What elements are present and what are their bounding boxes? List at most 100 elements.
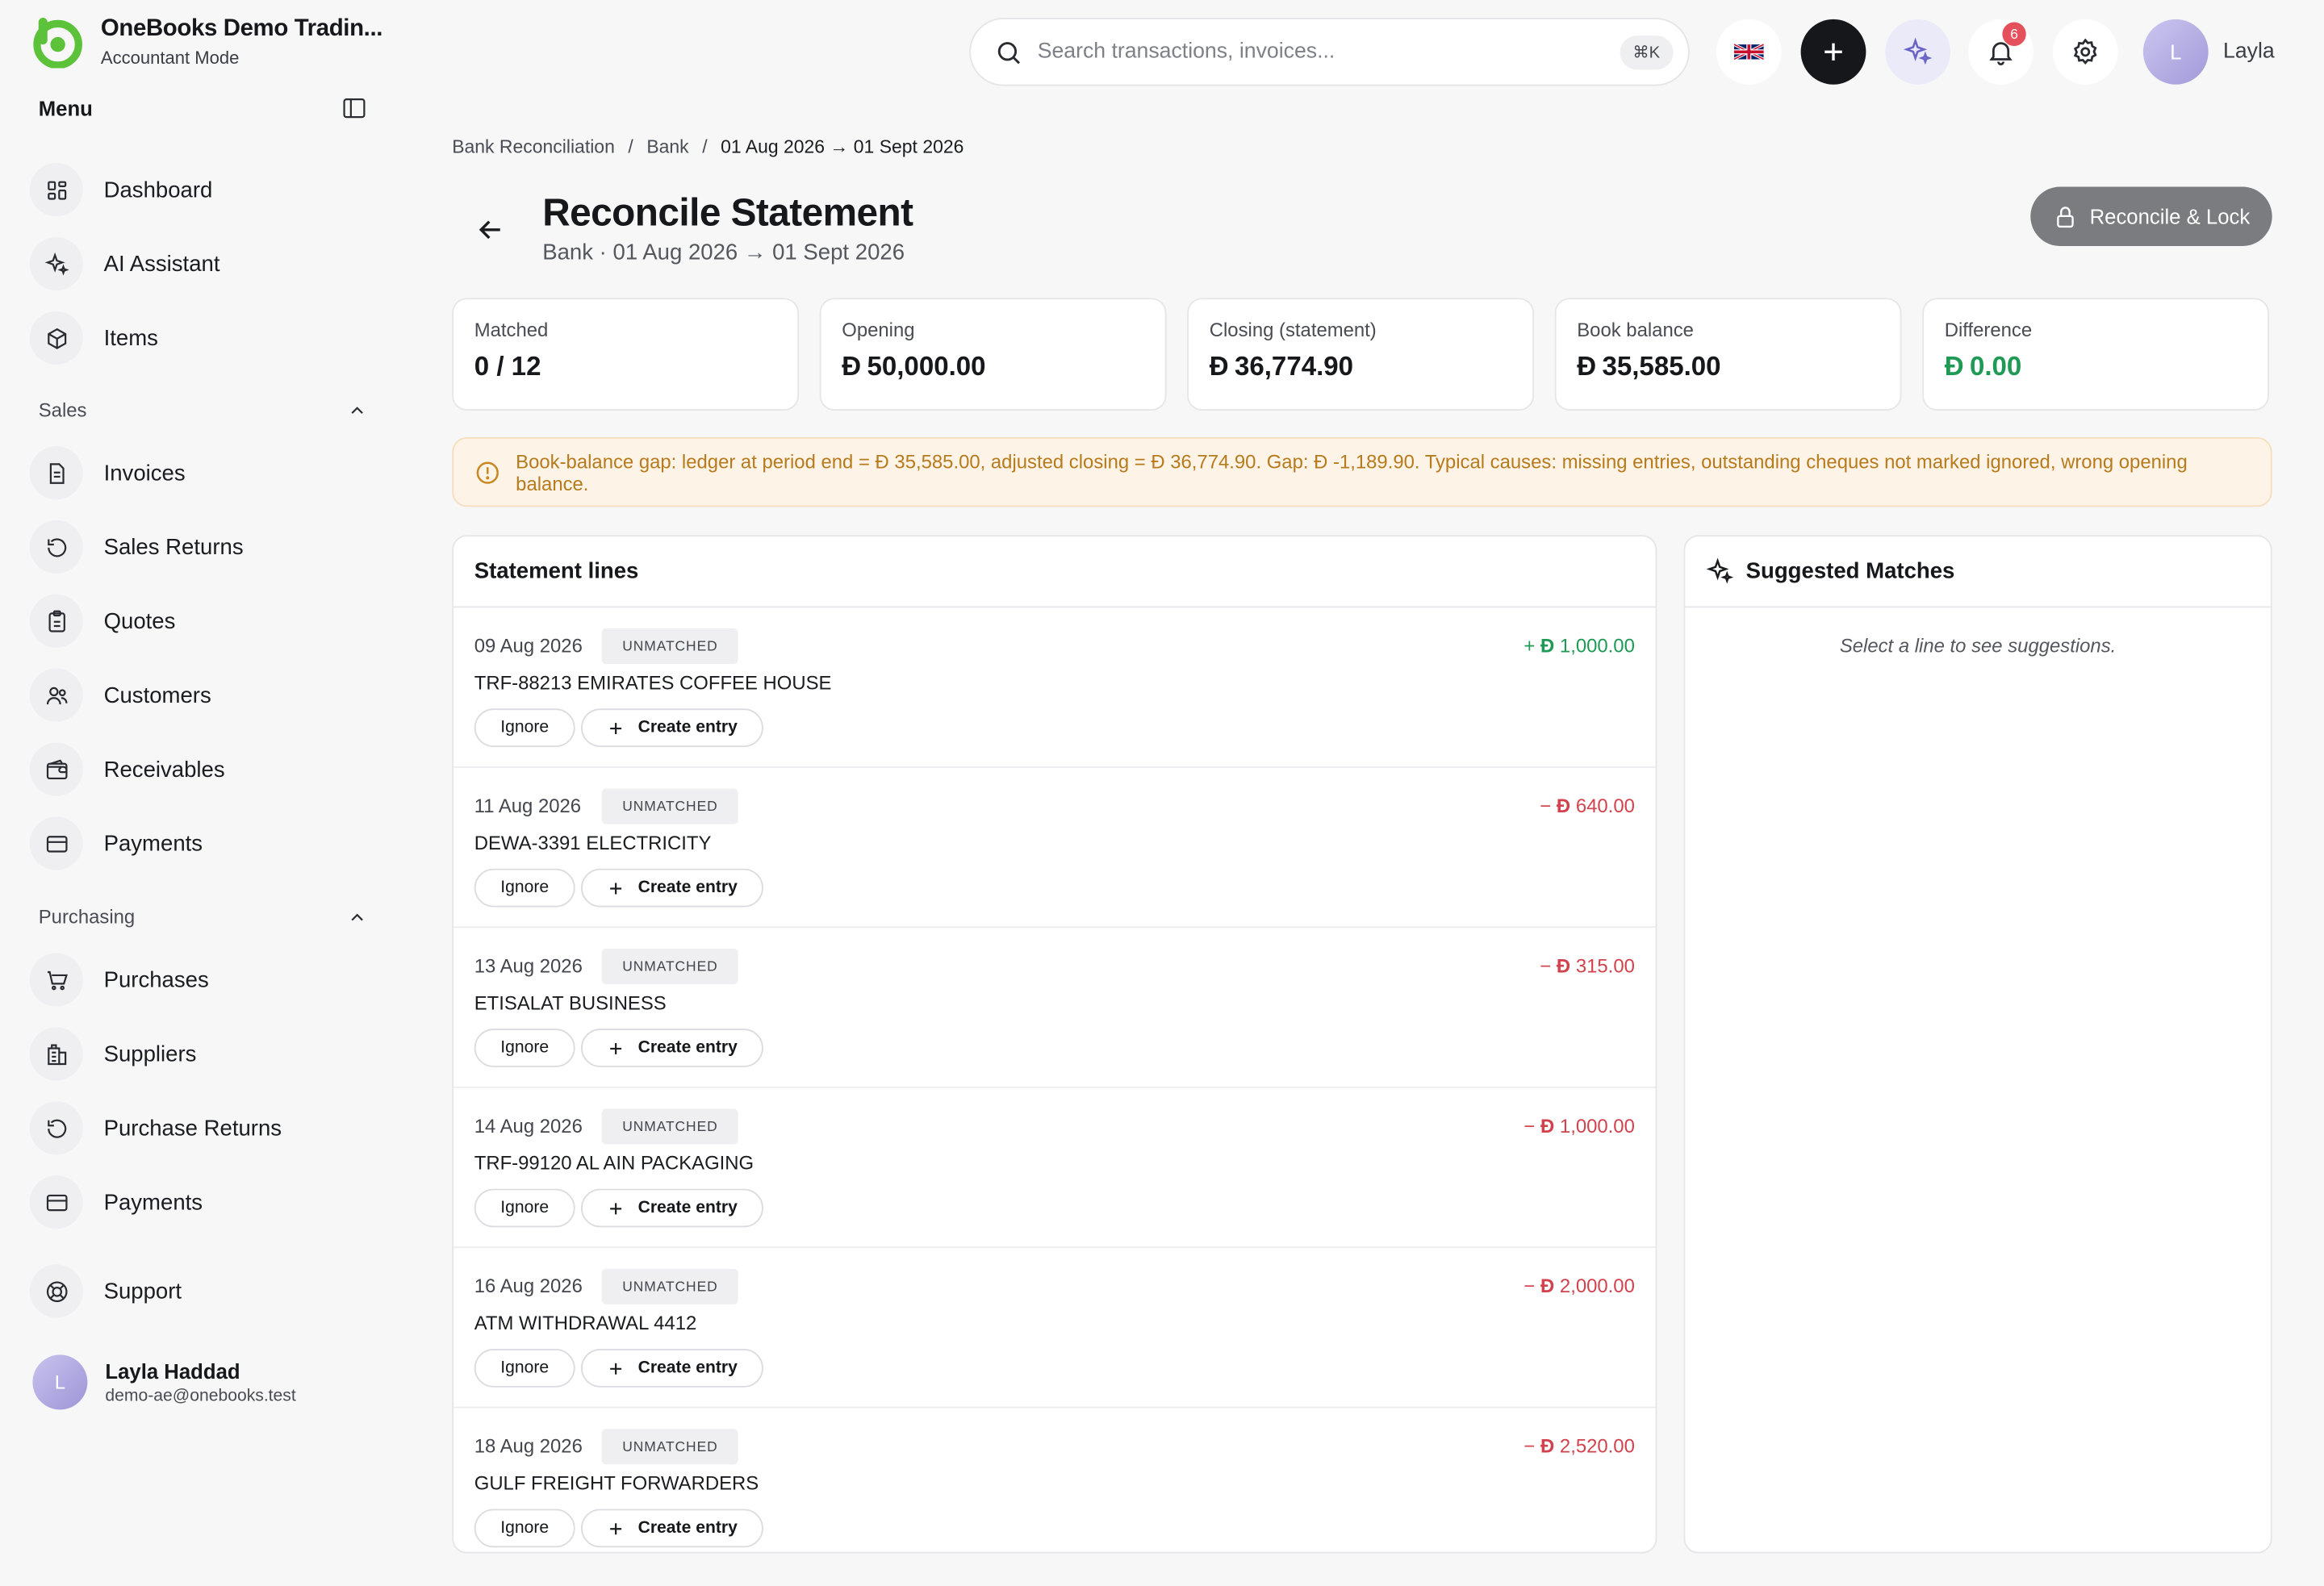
sidebar-item-items[interactable]: Items — [29, 310, 158, 366]
sidebar-item-invoices[interactable]: Invoices — [29, 444, 186, 501]
users-icon-wrap — [29, 668, 83, 722]
sparkles-icon — [44, 251, 69, 275]
breadcrumb-item[interactable]: Bank Reconciliation — [452, 136, 615, 157]
reconcile-lock-button[interactable]: Reconcile & Lock — [2030, 186, 2272, 247]
building-icon-wrap — [29, 1027, 83, 1081]
reconcile-lock-label: Reconcile & Lock — [2089, 204, 2251, 228]
create-entry-label: Create entry — [637, 1039, 738, 1058]
stat-card-opening: Opening Đ 50,000.00 — [819, 298, 1167, 411]
ignore-button[interactable]: Ignore — [474, 1029, 575, 1067]
create-entry-button[interactable]: Create entry — [580, 1349, 763, 1388]
line-date: 11 Aug 2026 — [474, 794, 582, 817]
sidebar-item-payments[interactable]: Payments — [29, 816, 203, 872]
sidebar-item-label: Items — [103, 325, 158, 351]
line-description: DEWA-3391 ELECTRICITY — [474, 831, 712, 854]
dirham-currency-icon: Đ — [1540, 634, 1555, 657]
dirham-currency-icon: Đ — [1944, 351, 1964, 382]
stat-card-closing-statement: Closing (statement) Đ 36,774.90 — [1187, 298, 1534, 411]
sidebar-item-label: Invoices — [103, 460, 186, 486]
alert-text: Book-balance gap: ledger at period end =… — [516, 449, 2188, 495]
ignore-button[interactable]: Ignore — [474, 1349, 575, 1388]
avatar: L — [32, 1354, 88, 1410]
sidebar-item-payments[interactable]: Payments — [29, 1174, 203, 1230]
search-input[interactable]: Search transactions, invoices... ⌘K — [969, 18, 1690, 86]
create-entry-button[interactable]: Create entry — [580, 1188, 763, 1228]
ignore-button[interactable]: Ignore — [474, 1188, 575, 1228]
brand[interactable]: OneBooks Demo Tradin... Accountant Mode — [30, 15, 383, 69]
create-entry-label: Create entry — [637, 719, 738, 737]
stat-label: Closing (statement) — [1209, 319, 1377, 341]
sidebar-item-support[interactable]: Support — [29, 1263, 182, 1319]
sidebar-item-sales-returns[interactable]: Sales Returns — [29, 519, 244, 575]
sidebar-item-customers[interactable]: Customers — [29, 667, 211, 724]
wallet-icon-wrap — [29, 742, 83, 796]
sparkles-icon — [1706, 557, 1734, 584]
ignore-button[interactable]: Ignore — [474, 1509, 575, 1548]
search-icon — [997, 41, 1020, 64]
settings-button[interactable] — [2052, 19, 2118, 85]
create-entry-button[interactable]: Create entry — [580, 1029, 763, 1067]
statement-line[interactable]: 13 Aug 2026 UNMATCHED ETISALAT BUSINESS … — [454, 928, 1656, 1088]
statement-line[interactable]: 18 Aug 2026 UNMATCHED GULF FREIGHT FORWA… — [454, 1409, 1656, 1552]
breadcrumb-item[interactable]: Bank — [646, 136, 688, 157]
quick-create-button[interactable] — [1800, 19, 1866, 85]
ignore-button[interactable]: Ignore — [474, 708, 575, 748]
back-arrow-icon[interactable] — [474, 214, 507, 246]
stat-amount: 0 / 12 — [474, 351, 541, 382]
stat-label: Opening — [842, 319, 915, 341]
ignore-button[interactable]: Ignore — [474, 868, 575, 908]
sidebar-item-suppliers[interactable]: Suppliers — [29, 1025, 197, 1082]
create-entry-button[interactable]: Create entry — [580, 868, 763, 908]
sidebar-section-sales[interactable]: Sales — [39, 399, 368, 421]
sparkles-icon — [1903, 37, 1933, 65]
suggested-matches-header: Suggested Matches — [1685, 536, 2271, 608]
amount-value: 1,000.00 — [1559, 1114, 1635, 1137]
stat-amount: 50,000.00 — [867, 351, 986, 382]
create-entry-button[interactable]: Create entry — [580, 708, 763, 748]
sidebar-item-quotes[interactable]: Quotes — [29, 593, 176, 649]
statement-lines-header: Statement lines — [454, 536, 1656, 608]
dirham-currency-icon: Đ — [1540, 1114, 1555, 1137]
ai-assistant-button[interactable] — [1885, 19, 1951, 85]
card-icon — [45, 1193, 67, 1211]
card-icon-wrap — [29, 816, 83, 870]
sidebar-section-purchasing[interactable]: Purchasing — [39, 906, 368, 928]
amount-sign: − — [1540, 954, 1552, 977]
stat-amount: 36,774.90 — [1234, 351, 1354, 382]
sidebar-item-purchase-returns[interactable]: Purchase Returns — [29, 1100, 282, 1156]
notifications-button[interactable]: 6 — [1968, 19, 2034, 85]
brand-name: OneBooks Demo Tradin... — [100, 15, 383, 41]
menu-title: Menu — [38, 96, 93, 120]
search-shortcut: ⌘K — [1619, 35, 1674, 69]
status-badge: UNMATCHED — [601, 948, 739, 985]
line-date: 16 Aug 2026 — [474, 1275, 583, 1297]
amount-value: 1,000.00 — [1559, 634, 1635, 657]
avatar: L — [2142, 19, 2209, 85]
status-badge: UNMATCHED — [601, 628, 739, 665]
statement-line[interactable]: 14 Aug 2026 UNMATCHED TRF-99120 AL AIN P… — [454, 1088, 1656, 1249]
sidebar-item-purchases[interactable]: Purchases — [29, 952, 209, 1008]
sidebar-item-dashboard[interactable]: Dashboard — [29, 161, 212, 218]
sidebar-item-ai-assistant[interactable]: AI Assistant — [29, 236, 220, 292]
language-button[interactable] — [1716, 19, 1782, 85]
top-user-menu[interactable]: L Layla — [2142, 19, 2275, 85]
stat-value: Đ 0.00 — [1945, 351, 2247, 382]
sidebar-item-label: Purchases — [103, 966, 209, 993]
statement-line[interactable]: 09 Aug 2026 UNMATCHED TRF-88213 EMIRATES… — [454, 607, 1656, 768]
sidebar-item-label: Purchase Returns — [103, 1115, 282, 1141]
create-entry-button[interactable]: Create entry — [580, 1509, 763, 1548]
statement-lines-panel: Statement lines 09 Aug 2026 UNMATCHED TR… — [452, 535, 1657, 1554]
sidebar-item-label: AI Assistant — [103, 251, 220, 277]
statement-line[interactable]: 11 Aug 2026 UNMATCHED DEWA-3391 ELECTRIC… — [454, 768, 1656, 929]
stat-label: Matched — [474, 319, 549, 341]
amount-sign: − — [1524, 1275, 1536, 1297]
sidebar-collapse-icon[interactable] — [341, 95, 367, 122]
status-badge: UNMATCHED — [601, 1268, 739, 1304]
sidebar-item-receivables[interactable]: Receivables — [29, 741, 225, 798]
line-description: TRF-99120 AL AIN PACKAGING — [474, 1151, 754, 1175]
line-date: 13 Aug 2026 — [474, 954, 583, 977]
statement-line[interactable]: 16 Aug 2026 UNMATCHED ATM WITHDRAWAL 441… — [454, 1248, 1656, 1409]
sidebar-user-card[interactable]: L Layla Haddad demo-ae@onebooks.test — [32, 1354, 296, 1410]
cart-icon-wrap — [29, 953, 83, 1007]
plus-icon — [610, 1202, 622, 1214]
